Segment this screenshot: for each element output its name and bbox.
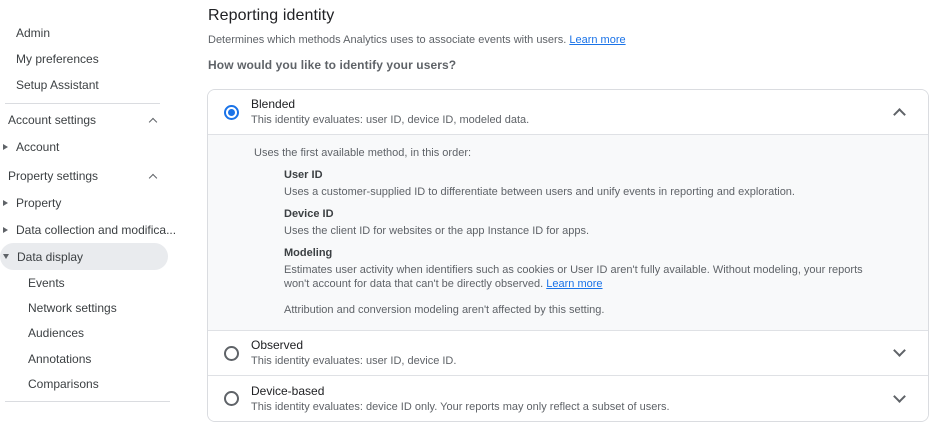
sidebar-item-account[interactable]: Account [0, 133, 207, 160]
option-device-based[interactable]: Device-based This identity evaluates: de… [208, 376, 928, 421]
arrow-down-icon [3, 254, 9, 259]
chevron-up-icon [148, 173, 158, 182]
sidebar-item-data-display[interactable]: Data display [0, 243, 168, 270]
method-user-id: User ID Uses a customer-supplied ID to d… [284, 168, 888, 199]
arrow-right-icon [3, 226, 8, 233]
option-description: This identity evaluates: device ID only.… [251, 400, 670, 413]
option-name: Observed [251, 338, 304, 352]
sidebar-section-property-settings[interactable]: Property settings [0, 162, 207, 189]
chevron-up-icon[interactable] [893, 108, 906, 121]
method-description: Estimates user activity when identifiers… [284, 263, 888, 291]
sidebar-item-audiences[interactable]: Audiences [0, 321, 207, 346]
method-name: Device ID [284, 208, 334, 220]
radio-dot [228, 108, 235, 116]
chevron-up-icon [148, 117, 158, 126]
radio-unselected-icon[interactable] [224, 391, 239, 406]
arrow-right-icon [3, 199, 8, 206]
reporting-identity-page: Reporting identity Determines which meth… [207, 0, 929, 422]
learn-more-link[interactable]: Learn more [569, 34, 625, 46]
sidebar-item-label: Network settings [28, 301, 117, 316]
subtitle-text: Determines which methods Analytics uses … [208, 34, 567, 46]
sidebar-item-my-preferences[interactable]: My preferences [0, 46, 207, 72]
method-name: Modeling [284, 247, 333, 259]
option-name: Device-based [251, 383, 325, 398]
radio-unselected-icon[interactable] [224, 345, 239, 361]
method-list: User ID Uses a customer-supplied ID to d… [284, 168, 888, 291]
blended-details-panel: Uses the first available method, in this… [208, 134, 928, 331]
page-subtitle: Determines which methods Analytics uses … [208, 33, 929, 47]
identity-question: How would you like to identify your user… [208, 58, 457, 72]
option-description: This identity evaluates: user ID, device… [251, 114, 530, 126]
method-name: User ID [284, 169, 323, 181]
sidebar-item-label: Annotations [28, 351, 92, 366]
sidebar-item-annotations[interactable]: Annotations [0, 346, 207, 371]
chevron-down-icon[interactable] [893, 389, 906, 403]
page-title: Reporting identity [208, 7, 335, 24]
method-description: Uses the client ID for websites or the a… [284, 225, 590, 237]
method-description: Uses a customer-supplied ID to different… [284, 186, 795, 198]
sidebar-divider [5, 103, 160, 104]
sidebar-item-label: Admin [16, 26, 51, 40]
sidebar-item-label: Audiences [28, 326, 85, 341]
sidebar-item-property[interactable]: Property [0, 189, 207, 216]
option-description: This identity evaluates: user ID, device… [251, 355, 457, 367]
sidebar-divider [5, 400, 170, 402]
radio-selected-icon[interactable] [224, 104, 239, 120]
admin-sidebar: Admin My preferences Setup Assistant Acc… [0, 0, 207, 403]
sidebar-item-label: Data collection and modifica... [16, 222, 177, 237]
option-text: Blended This identity evaluates: user ID… [251, 97, 895, 127]
option-name: Blended [251, 97, 296, 111]
attribution-note: Attribution and conversion modeling aren… [284, 304, 605, 316]
sidebar-item-events[interactable]: Events [0, 270, 207, 295]
sidebar-item-label: Account [16, 139, 60, 154]
sidebar-item-label: Events [28, 275, 65, 290]
sidebar-item-setup-assistant[interactable]: Setup Assistant [0, 72, 207, 98]
section-header-label: Property settings [8, 168, 99, 183]
method-device-id: Device ID Uses the client ID for website… [284, 207, 888, 238]
sidebar-item-network-settings[interactable]: Network settings [0, 295, 207, 320]
sidebar-item-label: Data display [17, 249, 84, 264]
identity-options-card: Blended This identity evaluates: user ID… [207, 89, 929, 422]
section-header-label: Account settings [8, 112, 97, 127]
arrow-right-icon [3, 143, 8, 150]
sidebar-item-admin[interactable]: Admin [0, 20, 207, 46]
option-text: Device-based This identity evaluates: de… [251, 384, 895, 414]
method-modeling: Modeling Estimates user activity when id… [284, 246, 888, 291]
sidebar-item-data-collection[interactable]: Data collection and modifica... [0, 216, 207, 243]
option-observed[interactable]: Observed This identity evaluates: user I… [208, 331, 928, 375]
sidebar-section-account-settings[interactable]: Account settings [0, 106, 207, 133]
sidebar-item-comparisons[interactable]: Comparisons [0, 372, 207, 397]
details-intro: Uses the first available method, in this… [254, 147, 472, 159]
chevron-down-icon[interactable] [893, 344, 906, 357]
option-blended[interactable]: Blended This identity evaluates: user ID… [208, 90, 928, 134]
sidebar-item-label: My preferences [16, 52, 99, 66]
sidebar-item-label: Property [16, 195, 62, 210]
option-text: Observed This identity evaluates: user I… [251, 338, 895, 368]
sidebar-item-label: Comparisons [28, 377, 99, 392]
sidebar-item-label: Setup Assistant [16, 78, 99, 92]
learn-more-link[interactable]: Learn more [546, 278, 602, 290]
